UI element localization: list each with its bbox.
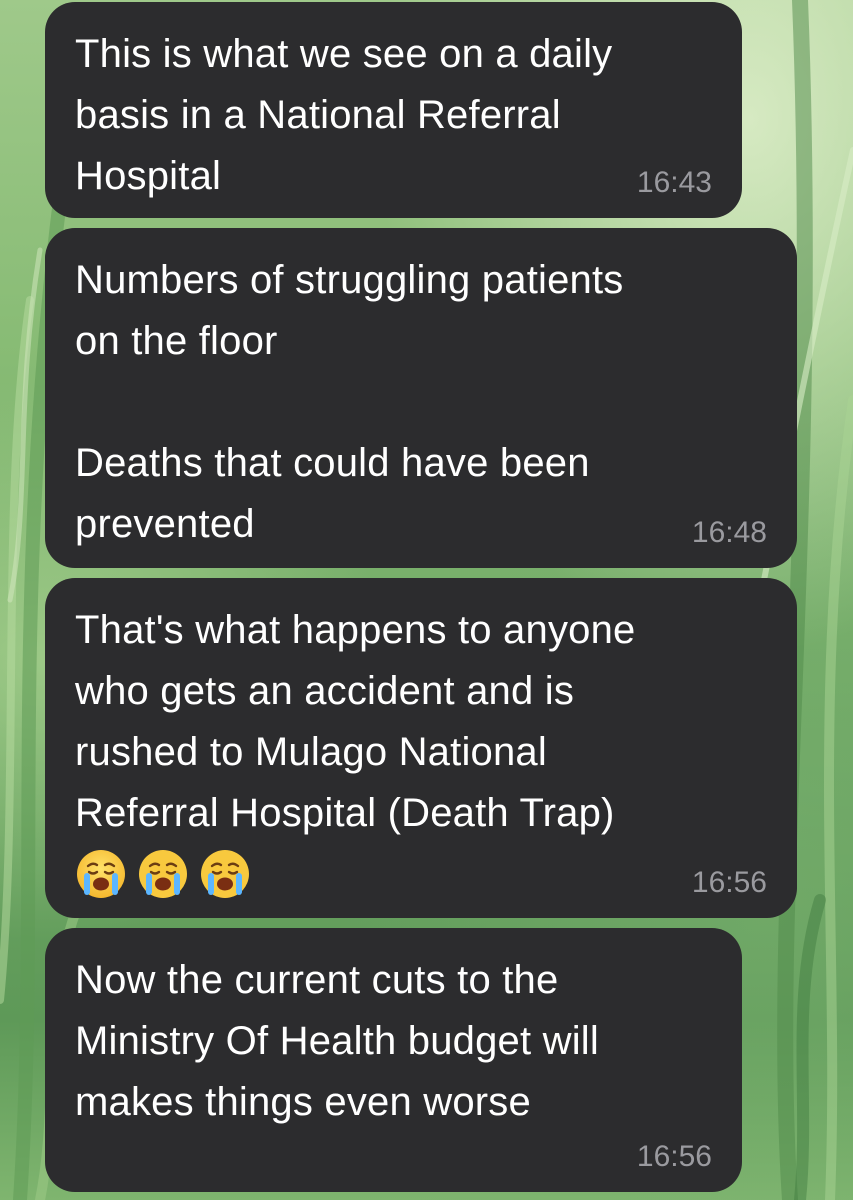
message-text: That's what happens to anyone who gets a…	[75, 608, 636, 835]
chat-message-list[interactable]: This is what we see on a daily basis in …	[0, 0, 853, 1200]
message-bubble[interactable]: Now the current cuts to the Ministry Of …	[45, 928, 742, 1192]
message-timestamp: 16:56	[691, 866, 767, 899]
loudly-crying-face-icon	[139, 850, 187, 898]
message-text: Now the current cuts to the Ministry Of …	[75, 958, 599, 1124]
message-text: Numbers of struggling patients on the fl…	[75, 258, 624, 546]
emoji-row	[75, 848, 767, 900]
message-bubble[interactable]: That's what happens to anyone who gets a…	[45, 578, 797, 918]
message-bubble[interactable]: Numbers of struggling patients on the fl…	[45, 228, 797, 568]
message-timestamp: 16:48	[691, 516, 767, 549]
loudly-crying-face-icon	[201, 850, 249, 898]
message-timestamp: 16:56	[636, 1140, 712, 1173]
message-bubble[interactable]: This is what we see on a daily basis in …	[45, 2, 742, 218]
message-text: This is what we see on a daily basis in …	[75, 32, 613, 198]
loudly-crying-face-icon	[77, 850, 125, 898]
message-timestamp: 16:43	[636, 166, 712, 199]
